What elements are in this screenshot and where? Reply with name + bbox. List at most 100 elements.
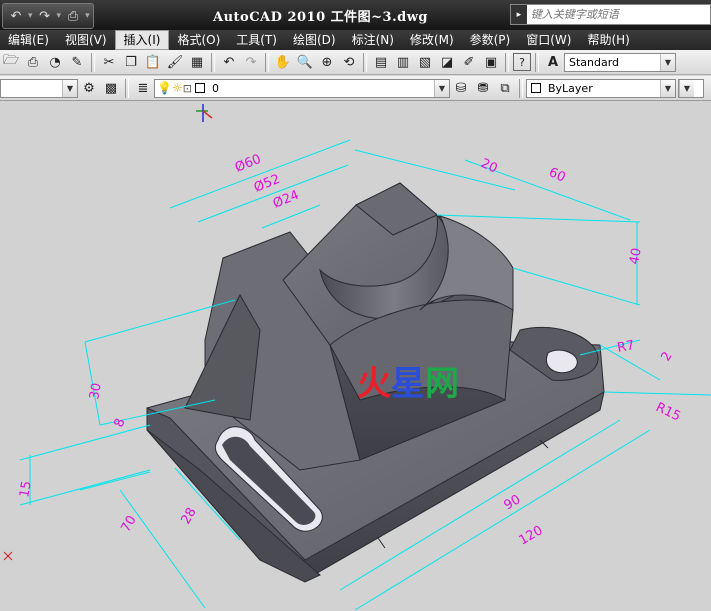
separator [519,78,523,98]
copy-icon[interactable]: ❐ [121,52,141,72]
dim-8: 8 [112,416,129,429]
color-value: ByLayer [548,81,593,95]
color-swatch [531,83,541,93]
separator [91,52,95,72]
dim-90: 90 [502,492,524,513]
separator [535,52,539,72]
redo-icon[interactable]: ↷ [241,52,261,72]
dim-70: 70 [118,513,139,535]
chevron-down-icon[interactable]: ▼ [434,79,449,97]
menu-window[interactable]: 窗口(W) [518,31,579,49]
text-style-select[interactable]: Standard ▼ [564,52,676,72]
open-file-icon[interactable]: 🗁 [1,52,21,72]
dim-diameter-60: Ø60 [233,152,263,176]
ucs-icon [196,104,213,122]
zoom-previous-icon[interactable]: ⟲ [339,52,359,72]
separator [211,52,215,72]
dim-15: 15 [17,480,35,499]
properties-icon[interactable]: ▤ [371,52,391,72]
chevron-down-icon[interactable]: ▼ [660,53,675,71]
separator [265,52,269,72]
menu-draw[interactable]: 绘图(D) [285,31,344,49]
drawing-viewport[interactable]: Ø60 Ø52 Ø24 20 60 40 30 8 15 70 28 90 12… [0,101,711,611]
dim-2: 2 [658,349,675,364]
dim-30: 30 [87,382,105,401]
text-style-value: Standard [569,55,620,69]
chevron-down-icon[interactable]: ▼ [679,79,694,97]
menu-view[interactable]: 视图(V) [57,31,115,49]
text-style-icon: A [547,54,559,70]
title-bar: ↶ ▾ ↷ ▾ ⎙ ▾ AutoCAD 2010 工件图~3.dwg ▸ [0,0,711,30]
edit-icon[interactable]: ✎ [67,52,87,72]
watermark: 火 星 网 [357,356,459,405]
sheet-set-icon[interactable]: ◪ [437,52,457,72]
dim-r7: R7 [616,338,636,356]
undo-dropdown-icon[interactable]: ▾ [28,11,33,21]
dim-diameter-24: Ø24 [271,188,301,212]
calculator-icon[interactable]: ▣ [481,52,501,72]
undo-icon[interactable]: ↶ [219,52,239,72]
workspace-icon[interactable]: ▩ [101,78,121,98]
dim-28: 28 [178,505,199,527]
pan-icon[interactable]: ✋ [273,52,293,72]
chevron-down-icon[interactable]: ▼ [660,79,675,97]
undo-icon[interactable]: ↶ [6,6,26,26]
help-search-box: ▸ [510,4,711,25]
layers-toolbar: ▼ ⚙ ▩ ≣ 💡 ☼ ⊡ 0 ▼ ⛁ ⛃ ⧉ ByLayer ▼ ▼ [0,76,711,101]
separator [125,78,129,98]
window-title: AutoCAD 2010 工件图~3.dwg [213,10,428,25]
menu-parametric[interactable]: 参数(P) [462,31,519,49]
dim-120: 120 [517,523,546,548]
print-icon[interactable]: ⎙ [63,6,83,26]
dim-60: 60 [546,165,567,186]
light-bulb-icon[interactable]: 💡 [157,81,172,95]
menu-insert[interactable]: 插入(I) [114,30,170,50]
color-select[interactable]: ByLayer ▼ [526,78,676,98]
design-center-icon[interactable]: ▥ [393,52,413,72]
customize-dropdown-icon[interactable]: ▾ [85,11,90,21]
watermark-char-1: 火 [357,364,391,404]
zoom-window-icon[interactable]: ⊕ [317,52,337,72]
separator [505,52,509,72]
match-properties-icon[interactable]: 🖌 [165,52,185,72]
layer-name: 0 [211,81,219,95]
make-current-layer-icon[interactable]: ⛁ [451,78,471,98]
markup-icon[interactable]: ✐ [459,52,479,72]
layer-properties-icon[interactable]: ≣ [133,78,153,98]
menu-edit[interactable]: 编辑(E) [0,31,57,49]
sun-icon[interactable]: ☼ [172,81,183,95]
menu-dimension[interactable]: 标注(N) [344,31,402,49]
plot-icon[interactable]: ⎙ [23,52,43,72]
zoom-realtime-icon[interactable]: 🔍 [295,52,315,72]
search-expand-icon[interactable]: ▸ [511,5,527,24]
help-icon[interactable]: ? [513,53,531,71]
quick-access-toolbar: ↶ ▾ ↷ ▾ ⎙ ▾ [2,3,94,29]
layer-previous-icon[interactable]: ⛃ [473,78,493,98]
standard-toolbar: 🗁 ⎙ ◔ ✎ ✂ ❐ 📋 🖌 ▦ ↶ ↷ ✋ 🔍 ⊕ ⟲ ▤ ▥ ▧ ◪ ✐ … [0,50,711,75]
menu-modify[interactable]: 修改(M) [402,31,462,49]
tool-palettes-icon[interactable]: ▧ [415,52,435,72]
crosshair-marker [3,551,13,561]
workspace-settings-icon[interactable]: ⚙ [79,78,99,98]
menu-help[interactable]: 帮助(H) [579,31,637,49]
cut-icon[interactable]: ✂ [99,52,119,72]
redo-icon[interactable]: ↷ [35,6,55,26]
layer-states-icon[interactable]: ⧉ [495,78,515,98]
workspace-select[interactable]: ▼ [0,78,78,98]
paste-icon[interactable]: 📋 [143,52,163,72]
menu-tools[interactable]: 工具(T) [228,31,285,49]
lock-icon[interactable]: ⊡ [183,82,192,95]
redo-dropdown-icon[interactable]: ▾ [57,11,62,21]
layer-select[interactable]: 💡 ☼ ⊡ 0 ▼ [154,78,450,98]
layer-color-swatch [194,83,205,93]
block-editor-icon[interactable]: ▦ [187,52,207,72]
help-search-input[interactable] [526,6,710,23]
model-space-canvas: Ø60 Ø52 Ø24 20 60 40 30 8 15 70 28 90 12… [3,104,711,611]
chevron-down-icon[interactable]: ▼ [62,79,77,97]
dim-20: 20 [478,156,499,177]
linetype-select[interactable]: ▼ [678,78,704,98]
separator [363,52,367,72]
menu-format[interactable]: 格式(O) [169,31,228,49]
watermark-char-2: 星 [391,364,425,404]
publish-icon[interactable]: ◔ [45,52,65,72]
